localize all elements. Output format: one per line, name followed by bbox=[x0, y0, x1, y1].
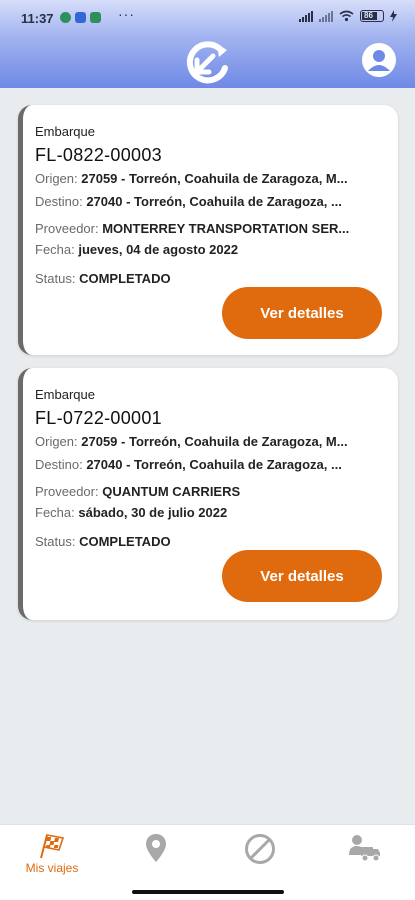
status-label: Status: bbox=[35, 271, 76, 286]
origin-value: 27059 - Torreón, Coahuila de Zaragoza, M… bbox=[81, 171, 348, 186]
origin-row: Origen: 27059 - Torreón, Coahuila de Zar… bbox=[35, 434, 383, 449]
origin-row: Origen: 27059 - Torreón, Coahuila de Zar… bbox=[35, 171, 383, 186]
status-row: Status: COMPLETADO bbox=[35, 271, 383, 286]
shipment-id: FL-0722-00001 bbox=[35, 408, 162, 428]
provider-value: QUANTUM CARRIERS bbox=[102, 484, 241, 499]
charging-icon bbox=[390, 10, 397, 22]
user-profile-icon[interactable] bbox=[361, 42, 397, 78]
origin-value: 27059 - Torreón, Coahuila de Zaragoza, M… bbox=[81, 434, 348, 449]
status-value: COMPLETADO bbox=[79, 534, 171, 549]
app-icon bbox=[75, 12, 86, 23]
destination-label: Destino: bbox=[35, 457, 83, 472]
destination-value: 27040 - Torreón, Coahuila de Zaragoza, .… bbox=[86, 457, 342, 472]
status-row: Status: COMPLETADO bbox=[35, 534, 383, 549]
nav-item-driver[interactable] bbox=[324, 833, 404, 883]
truck-driver-icon bbox=[349, 835, 380, 862]
provider-row: Proveedor: MONTERREY TRANSPORTATION SER.… bbox=[35, 221, 383, 236]
destination-row: Destino: 27040 - Torreón, Coahuila de Za… bbox=[35, 457, 383, 472]
origin-label: Origen: bbox=[35, 434, 78, 449]
nav-item-location[interactable] bbox=[116, 833, 196, 883]
nav-item-blocked[interactable] bbox=[220, 833, 300, 883]
no-entry-icon bbox=[245, 834, 275, 864]
provider-value: MONTERREY TRANSPORTATION SER... bbox=[102, 221, 350, 236]
destination-row: Destino: 27040 - Torreón, Coahuila de Za… bbox=[35, 194, 383, 209]
circular-arrow-logo-icon[interactable] bbox=[183, 40, 233, 86]
provider-label: Proveedor: bbox=[35, 484, 99, 499]
signal-icon bbox=[319, 10, 333, 22]
view-details-button[interactable]: Ver detalles bbox=[222, 550, 382, 602]
notification-icons bbox=[60, 12, 101, 23]
bottom-navigation: Mis viajes bbox=[0, 824, 415, 900]
location-pin-icon bbox=[146, 834, 166, 862]
date-label: Fecha: bbox=[35, 242, 75, 257]
date-row: Fecha: sábado, 30 de julio 2022 bbox=[35, 505, 383, 520]
destination-label: Destino: bbox=[35, 194, 83, 209]
status-label: Status: bbox=[35, 534, 76, 549]
app-icon bbox=[90, 12, 101, 23]
shipment-id: FL-0822-00003 bbox=[35, 145, 162, 165]
date-row: Fecha: jueves, 04 de agosto 2022 bbox=[35, 242, 383, 257]
view-details-button[interactable]: Ver detalles bbox=[222, 287, 382, 339]
more-notifications-icon: ··· bbox=[118, 6, 135, 22]
date-value: sábado, 30 de julio 2022 bbox=[78, 505, 228, 520]
shipment-label: Embarque bbox=[35, 124, 95, 139]
origin-label: Origen: bbox=[35, 171, 78, 186]
home-indicator[interactable] bbox=[132, 890, 284, 894]
shipment-label: Embarque bbox=[35, 387, 95, 402]
date-label: Fecha: bbox=[35, 505, 75, 520]
wifi-icon bbox=[339, 10, 354, 22]
status-bar: 11:37 ··· 86 bbox=[0, 0, 415, 36]
checkered-flag-icon bbox=[40, 834, 65, 859]
battery-icon: 86 bbox=[360, 10, 384, 22]
provider-label: Proveedor: bbox=[35, 221, 99, 236]
battery-level: 86 bbox=[364, 11, 373, 20]
status-time: 11:37 bbox=[21, 11, 54, 26]
status-value: COMPLETADO bbox=[79, 271, 171, 286]
whatsapp-icon bbox=[60, 12, 71, 23]
signal-icon bbox=[299, 10, 313, 22]
shipment-card: Embarque FL-0722-00001 Origen: 27059 - T… bbox=[18, 368, 398, 620]
status-indicators: 86 bbox=[299, 10, 397, 22]
app-header bbox=[0, 36, 415, 88]
shipments-list: Embarque FL-0822-00003 Origen: 27059 - T… bbox=[0, 88, 415, 824]
nav-label-mis-viajes: Mis viajes bbox=[25, 861, 79, 875]
date-value: jueves, 04 de agosto 2022 bbox=[78, 242, 239, 257]
provider-row: Proveedor: QUANTUM CARRIERS bbox=[35, 484, 383, 499]
nav-item-mis-viajes[interactable]: Mis viajes bbox=[12, 833, 92, 883]
shipment-card: Embarque FL-0822-00003 Origen: 27059 - T… bbox=[18, 105, 398, 355]
destination-value: 27040 - Torreón, Coahuila de Zaragoza, .… bbox=[86, 194, 342, 209]
